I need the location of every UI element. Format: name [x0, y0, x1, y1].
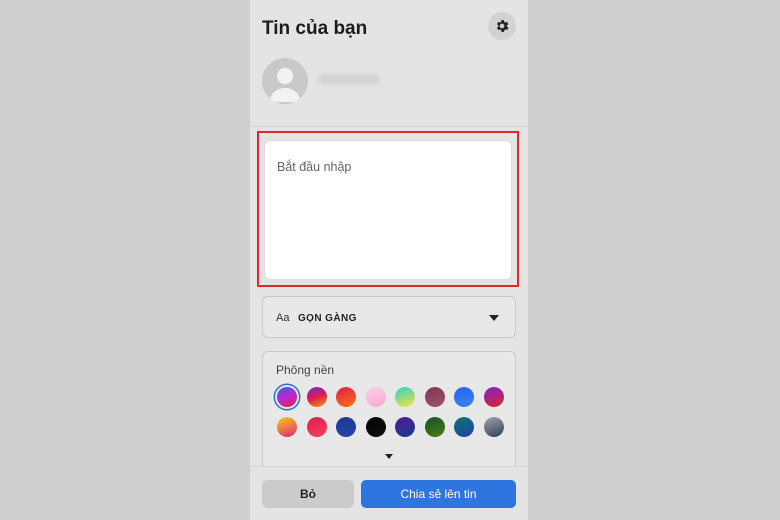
story-composer-screen: Tin của bạn Bắt đầu nhập Aa GỌN GÀNG Phô…	[250, 0, 528, 520]
composer-highlight-frame: Bắt đầu nhập	[257, 131, 519, 287]
story-text-placeholder: Bắt đầu nhập	[277, 160, 352, 174]
avatar	[262, 58, 308, 104]
background-swatch-red-orange-gradient[interactable]	[336, 387, 356, 407]
selected-font-name: GỌN GÀNG	[298, 313, 357, 324]
person-avatar-icon	[269, 68, 301, 102]
background-swatch-purple-red-orange-gradient[interactable]	[306, 387, 327, 407]
background-swatch-blue-solid[interactable]	[454, 387, 474, 407]
background-swatch-yellow-pink-gradient[interactable]	[277, 417, 297, 437]
background-swatch-green-leaves[interactable]	[424, 417, 445, 437]
background-swatch-mauve-solid[interactable]	[424, 387, 445, 407]
background-swatch-purple-red-gradient[interactable]	[483, 387, 504, 407]
background-picker: Phông nền	[262, 351, 516, 481]
show-more-caret-icon[interactable]	[385, 454, 393, 459]
background-swatch-purple-blue-red-gradient[interactable]	[277, 387, 297, 407]
settings-button[interactable]	[488, 12, 516, 40]
action-bar: Bỏ Chia sẻ lên tin	[250, 466, 528, 520]
font-style-dropdown[interactable]: Aa GỌN GÀNG	[262, 296, 516, 338]
background-swatch-pink-white-gradient[interactable]	[365, 387, 386, 407]
username-redacted	[318, 74, 380, 85]
share-to-story-button[interactable]: Chia sẻ lên tin	[361, 480, 516, 508]
background-swatch-teal-water[interactable]	[454, 417, 474, 437]
font-prefix-label: Aa	[276, 312, 290, 324]
background-swatch-purple-blue-dark[interactable]	[395, 417, 415, 437]
background-swatch-teal-yellow-gradient[interactable]	[395, 387, 415, 407]
story-text-input[interactable]: Bắt đầu nhập	[264, 140, 512, 280]
background-picker-label: Phông nền	[276, 363, 335, 377]
background-swatch-black-solid[interactable]	[365, 417, 386, 437]
background-swatch-red-pink-solid[interactable]	[306, 417, 327, 437]
dropdown-caret-icon	[489, 315, 499, 321]
page-title: Tin của bạn	[262, 18, 368, 39]
background-swatch-navy-blue-solid[interactable]	[336, 417, 356, 437]
cancel-button[interactable]: Bỏ	[262, 480, 354, 508]
gear-icon	[496, 20, 509, 32]
background-swatch-gray-dark[interactable]	[483, 417, 504, 437]
divider	[250, 126, 528, 127]
